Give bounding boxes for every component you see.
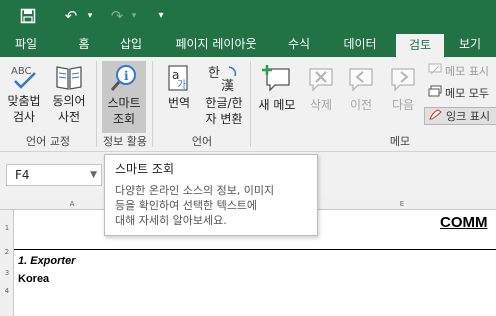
thesaurus-button[interactable]: 동의어 사전 bbox=[48, 63, 90, 131]
border-line bbox=[14, 249, 496, 250]
delete-comment-icon bbox=[309, 68, 333, 92]
next-comment-button: 다음 bbox=[384, 63, 422, 131]
group-label-insights: 정보 활용 bbox=[103, 135, 147, 148]
svg-text:i: i bbox=[124, 69, 129, 83]
tab-view[interactable]: 보기 bbox=[450, 32, 490, 57]
smart-lookup-icon: i bbox=[110, 65, 136, 91]
thesaurus-label-2: 사전 bbox=[57, 110, 81, 124]
cell-a3[interactable]: 1. Exporter bbox=[18, 255, 75, 267]
next-comment-icon bbox=[391, 68, 415, 92]
smart-lookup-tooltip: 스마트 조회 다양한 온라인 소스의 정보, 이미지 등을 확인하여 선택한 텍… bbox=[104, 154, 318, 236]
undo-dropdown-icon[interactable]: ▾ bbox=[84, 4, 96, 28]
translate-icon: a 가 bbox=[168, 65, 188, 91]
new-comment-icon bbox=[262, 65, 290, 92]
svg-text:가: 가 bbox=[177, 79, 186, 91]
translate-button[interactable]: a 가 번역 bbox=[160, 63, 198, 131]
smart-lookup-button[interactable]: i 스마트 조회 bbox=[102, 61, 146, 133]
redo-icon: ↷ bbox=[110, 7, 124, 25]
show-comment-button: 메모 표시 bbox=[428, 63, 489, 81]
ribbon-tabs: 파일 홈 삽입 페이지 레이아웃 수식 데이터 검토 보기 bbox=[0, 32, 496, 57]
new-comment-label: 새 메모 bbox=[258, 98, 296, 112]
ribbon: ABC 맞춤법 검사 동의어 사전 i 스마트 조회 a 가 번역 한 漢 한글… bbox=[0, 57, 496, 152]
tooltip-title: 스마트 조회 bbox=[115, 162, 175, 176]
show-ink-label: 잉크 표시 bbox=[446, 110, 490, 123]
show-all-comments-button[interactable]: 메모 모두 bbox=[428, 85, 489, 103]
previous-comment-label: 이전 bbox=[349, 98, 373, 112]
group-separator bbox=[250, 61, 251, 147]
tooltip-line: 대해 자세히 알아보세요. bbox=[115, 214, 227, 227]
spelling-check-icon: ABC bbox=[11, 66, 36, 89]
cell-a4[interactable]: Korea bbox=[18, 273, 49, 285]
title-bar: ↶ ▾ ↷ ▾ ▾ bbox=[0, 0, 496, 32]
previous-comment-button: 이전 bbox=[342, 63, 380, 131]
smart-lookup-label-2: 조회 bbox=[112, 112, 136, 126]
name-box-value: F4 bbox=[15, 168, 30, 182]
save-icon[interactable] bbox=[16, 4, 40, 28]
row-header-4[interactable]: 4 bbox=[0, 287, 14, 295]
svg-text:한: 한 bbox=[208, 66, 220, 81]
spelling-button[interactable]: ABC 맞춤법 검사 bbox=[4, 63, 44, 131]
tab-review[interactable]: 검토 bbox=[396, 34, 444, 57]
delete-comment-button: 삭제 bbox=[302, 63, 340, 131]
chevron-down-icon[interactable]: ▼ bbox=[90, 165, 97, 185]
row-header-2[interactable]: 2 bbox=[0, 248, 14, 256]
book-icon bbox=[56, 66, 82, 90]
tooltip-line: 등을 확인하여 선택한 텍스트에 bbox=[115, 199, 258, 212]
row-header-3[interactable]: 3 bbox=[0, 269, 14, 277]
show-all-comments-icon bbox=[428, 85, 442, 103]
tab-home[interactable]: 홈 bbox=[66, 32, 102, 57]
show-comment-label: 메모 표시 bbox=[445, 65, 489, 78]
group-label-proofing: 언어 교정 bbox=[26, 135, 70, 148]
show-all-comments-label: 메모 모두 bbox=[445, 87, 489, 100]
tooltip-line: 다양한 온라인 소스의 정보, 이미지 bbox=[115, 184, 275, 197]
svg-text:ABC: ABC bbox=[11, 66, 32, 77]
redo-dropdown-icon: ▾ bbox=[131, 11, 137, 21]
row-headers: 1 2 3 4 bbox=[0, 210, 14, 316]
group-label-comments: 메모 bbox=[389, 135, 411, 148]
undo-icon[interactable]: ↶ bbox=[60, 4, 82, 28]
hangul-hanja-label-2: 자 변환 bbox=[205, 112, 243, 126]
name-box[interactable]: F4 ▼ bbox=[6, 164, 102, 186]
tab-file[interactable]: 파일 bbox=[6, 32, 46, 57]
svg-text:漢: 漢 bbox=[221, 79, 234, 93]
excel-window: ↶ ▾ ↷ ▾ ▾ 파일 홈 삽입 페이지 레이아웃 수식 데이터 검토 보기 … bbox=[0, 0, 496, 316]
hangul-hanja-label-1: 한글/한 bbox=[205, 96, 243, 110]
translate-label: 번역 bbox=[167, 96, 191, 110]
spelling-label-1: 맞춤법 bbox=[7, 94, 41, 108]
tab-insert[interactable]: 삽입 bbox=[110, 32, 152, 57]
thesaurus-label-1: 동의어 bbox=[52, 94, 86, 108]
tab-formulas[interactable]: 수식 bbox=[278, 32, 320, 57]
group-label-language: 언어 bbox=[191, 135, 213, 148]
new-comment-button[interactable]: 새 메모 bbox=[254, 63, 300, 131]
show-ink-button[interactable]: 잉크 표시 bbox=[424, 107, 496, 125]
smart-lookup-label-1: 스마트 bbox=[107, 96, 141, 110]
column-header-e[interactable]: E bbox=[352, 198, 452, 210]
delete-comment-label: 삭제 bbox=[309, 98, 333, 112]
cell-e1[interactable]: COMM bbox=[440, 214, 488, 231]
row-header-1[interactable]: 1 bbox=[0, 224, 14, 232]
previous-comment-icon bbox=[349, 68, 373, 92]
tab-page-layout[interactable]: 페이지 레이아웃 bbox=[164, 32, 268, 57]
customize-toolbar-icon[interactable]: ▾ bbox=[152, 4, 170, 28]
ink-pen-icon bbox=[429, 108, 443, 126]
hangul-hanja-icon: 한 漢 bbox=[208, 66, 237, 93]
spelling-label-2: 검사 bbox=[12, 110, 36, 124]
show-comment-icon bbox=[428, 63, 442, 81]
tab-data[interactable]: 데이터 bbox=[332, 32, 388, 57]
hangul-hanja-button[interactable]: 한 漢 한글/한 자 변환 bbox=[200, 63, 248, 131]
next-comment-label: 다음 bbox=[391, 98, 415, 112]
